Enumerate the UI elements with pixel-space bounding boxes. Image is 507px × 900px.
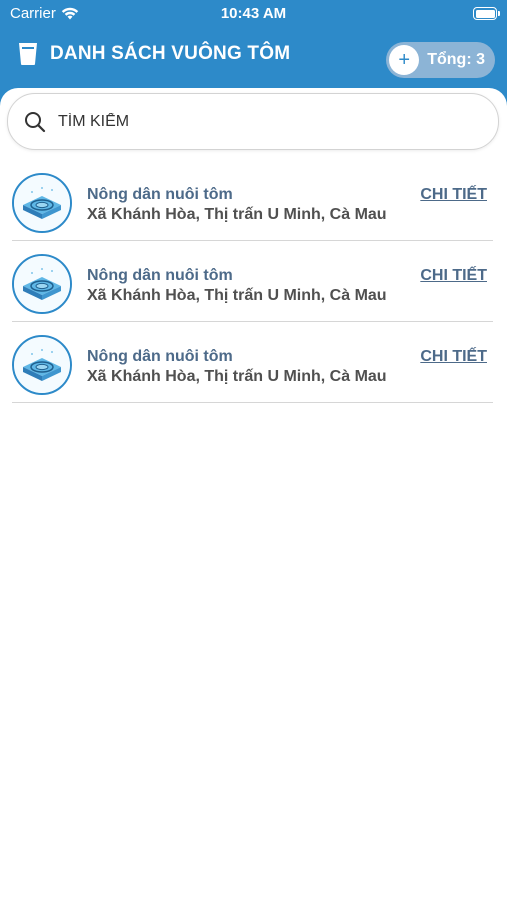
cup-icon bbox=[19, 43, 37, 65]
search-icon bbox=[25, 111, 46, 132]
page-title: DANH SÁCH VUÔNG TÔM bbox=[50, 43, 291, 64]
list-item[interactable]: Nông dân nuôi tôm Xã Khánh Hòa, Thị trấn… bbox=[12, 241, 493, 322]
status-time: 10:43 AM bbox=[220, 5, 287, 22]
total-badge: + Tổng: 3 bbox=[386, 42, 495, 78]
pond-icon bbox=[12, 335, 72, 395]
farmer-name: Nông dân nuôi tôm bbox=[87, 348, 233, 365]
pond-icon bbox=[12, 173, 72, 233]
status-bar: Carrier 10:43 AM bbox=[0, 0, 507, 28]
pond-icon bbox=[12, 254, 72, 314]
search-bar[interactable] bbox=[7, 93, 499, 150]
pond-address: Xã Khánh Hòa, Thị trấn U Minh, Cà Mau bbox=[87, 206, 387, 223]
detail-link[interactable]: CHI TIẾT bbox=[420, 348, 487, 366]
pond-address: Xã Khánh Hòa, Thị trấn U Minh, Cà Mau bbox=[87, 287, 387, 304]
search-input[interactable] bbox=[56, 111, 440, 132]
header-title-row: DANH SÁCH VUÔNG TÔM bbox=[18, 42, 290, 66]
add-pond-button[interactable]: + bbox=[389, 45, 420, 75]
list-item[interactable]: Nông dân nuôi tôm Xã Khánh Hòa, Thị trấn… bbox=[12, 160, 493, 241]
detail-link[interactable]: CHI TIẾT bbox=[420, 186, 487, 204]
battery-icon bbox=[473, 7, 500, 20]
pond-list: Nông dân nuôi tôm Xã Khánh Hòa, Thị trấn… bbox=[0, 160, 507, 403]
farmer-name: Nông dân nuôi tôm bbox=[87, 267, 233, 284]
plus-icon: + bbox=[398, 49, 411, 71]
list-item[interactable]: Nông dân nuôi tôm Xã Khánh Hòa, Thị trấn… bbox=[12, 322, 493, 403]
pond-address: Xã Khánh Hòa, Thị trấn U Minh, Cà Mau bbox=[87, 368, 387, 385]
farmer-name: Nông dân nuôi tôm bbox=[87, 186, 233, 203]
detail-link[interactable]: CHI TIẾT bbox=[420, 267, 487, 285]
total-count: Tổng: 3 bbox=[427, 51, 485, 68]
